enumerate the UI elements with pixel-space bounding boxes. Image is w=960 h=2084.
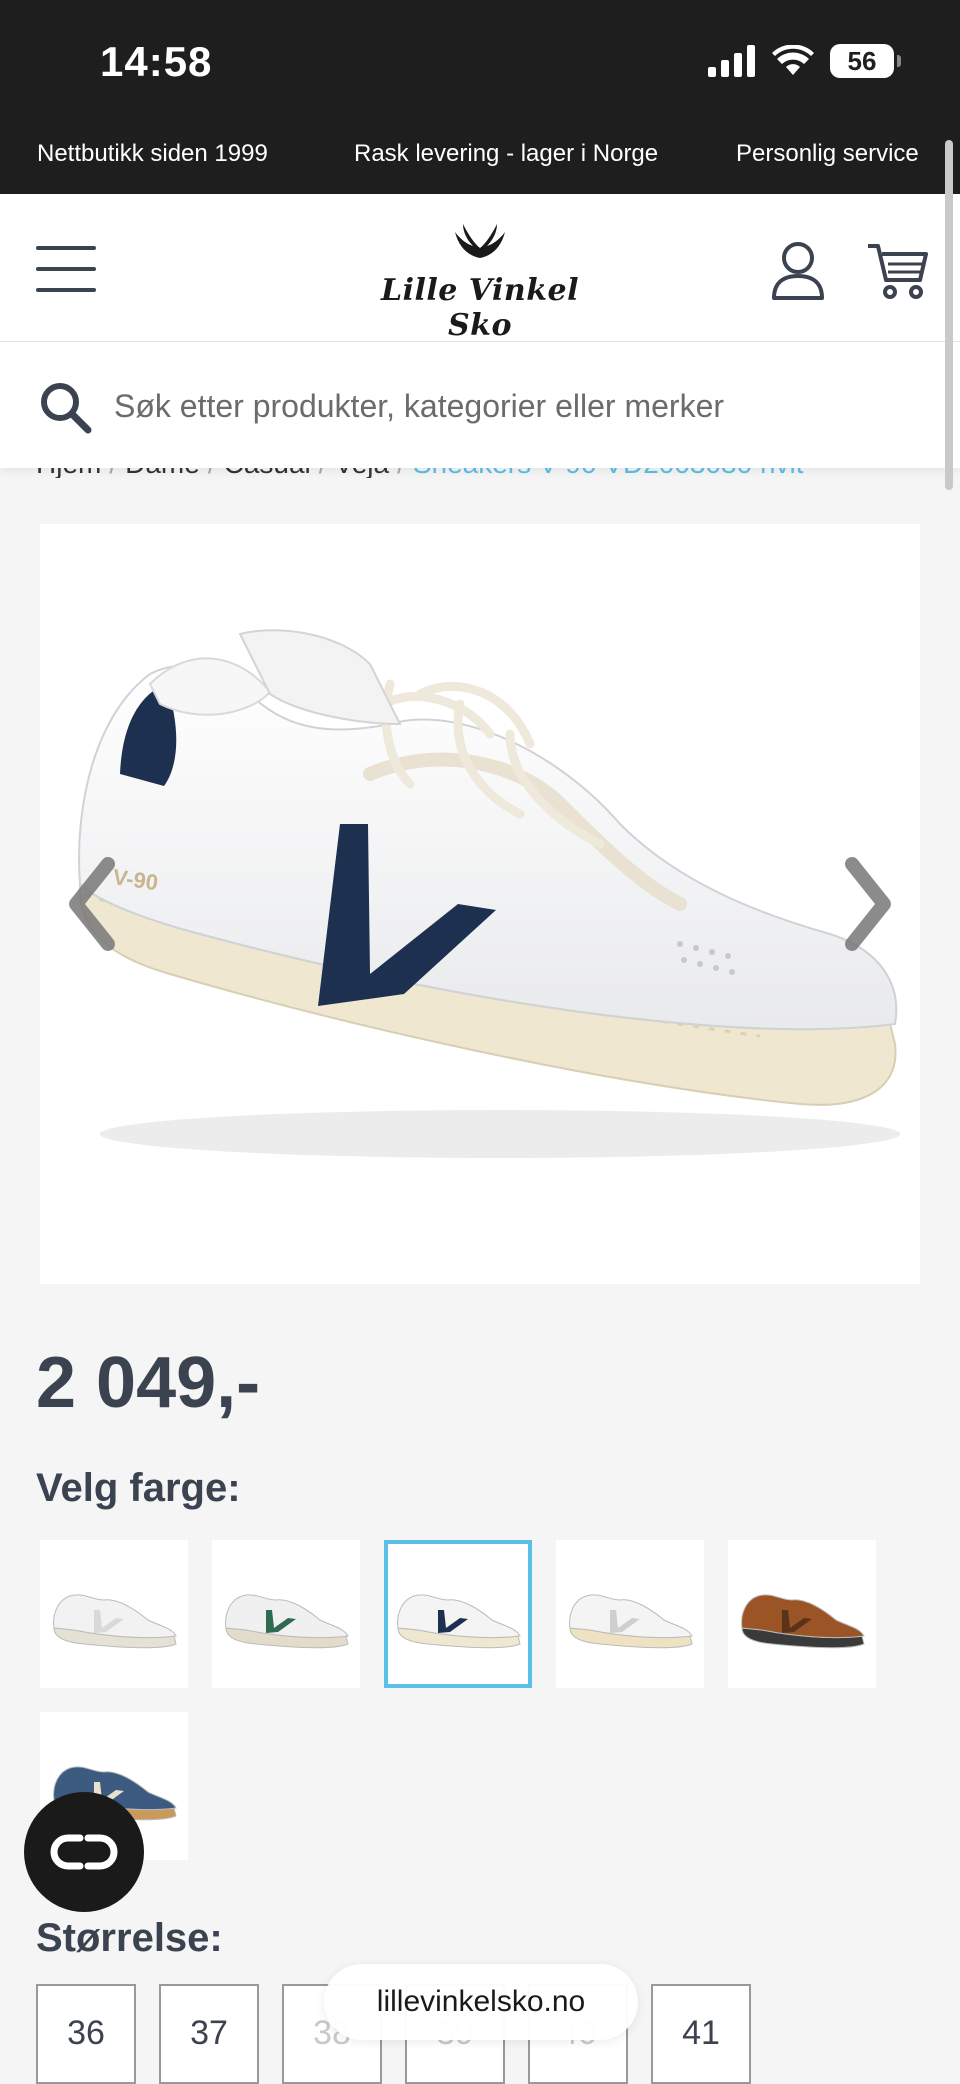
color-swatch-white-grey[interactable]: [556, 1540, 704, 1688]
color-section-label: Velg farge:: [36, 1466, 241, 1510]
product-price: 2 049,-: [36, 1343, 261, 1423]
promo-item: Nettbutikk siden 1999: [37, 140, 268, 167]
search-input[interactable]: [114, 378, 934, 434]
shoe-thumbnail-icon: [569, 1594, 693, 1649]
browser-url-bar[interactable]: lillevinkelsko.no: [324, 1964, 638, 2040]
shoe-thumbnail-icon: [741, 1594, 865, 1649]
chat-button[interactable]: [24, 1792, 144, 1912]
cart-button[interactable]: [866, 240, 928, 300]
shoe-thumbnail-icon: [225, 1594, 349, 1649]
promo-item: Rask levering - lager i Norge: [354, 140, 659, 167]
site-header: Lille Vinkel Sko: [0, 194, 960, 343]
promo-item: Personlig service: [736, 140, 919, 167]
search-icon[interactable]: [38, 380, 92, 434]
size-option-36[interactable]: 36: [36, 1984, 136, 2084]
shoe-thumbnail-icon: [53, 1594, 177, 1649]
size-option-37[interactable]: 37: [159, 1984, 259, 2084]
hamburger-menu-button[interactable]: [36, 246, 96, 292]
size-option-41[interactable]: 41: [651, 1984, 751, 2084]
antler-logo-icon: [455, 224, 505, 258]
signal-icon: [708, 45, 755, 77]
search-bar: [0, 342, 960, 468]
status-icons: 56: [708, 44, 901, 78]
size-section-label: Størrelse:: [36, 1916, 223, 1960]
chat-icon: [50, 1834, 118, 1870]
color-swatch-brown-suede[interactable]: [728, 1540, 876, 1688]
color-swatch-white-navy[interactable]: [384, 1540, 532, 1688]
status-time: 14:58: [100, 38, 213, 85]
status-bar: 14:58 56: [0, 0, 960, 128]
user-icon: [772, 242, 824, 300]
page-scrollbar[interactable]: [945, 140, 953, 490]
sneaker-image: V-90: [78, 629, 900, 1158]
product-image[interactable]: V-90: [40, 524, 920, 1284]
color-swatch-white-beige[interactable]: [40, 1540, 188, 1688]
shoe-thumbnail-icon: [397, 1594, 521, 1649]
color-swatch-white-green[interactable]: [212, 1540, 360, 1688]
site-logo[interactable]: Lille Vinkel Sko: [350, 222, 610, 343]
previous-image-arrow-icon[interactable]: [62, 854, 122, 954]
cart-icon: [868, 244, 928, 299]
next-image-arrow-icon[interactable]: [838, 854, 898, 954]
logo-text: Lille Vinkel Sko: [380, 273, 580, 343]
user-account-button[interactable]: [770, 240, 826, 300]
battery-icon: 56: [830, 44, 901, 78]
promo-bar: Nettbutikk siden 1999 Rask levering - la…: [0, 128, 960, 194]
wifi-icon: [772, 45, 814, 75]
